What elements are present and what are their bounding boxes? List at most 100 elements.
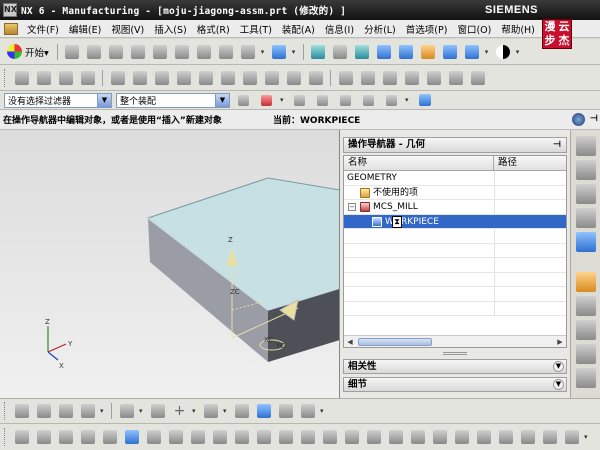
collapse-icon[interactable]: −	[348, 203, 356, 211]
menu-help[interactable]: 帮助(H)	[496, 22, 540, 36]
copy-button[interactable]	[173, 42, 192, 61]
menu-folder-icon[interactable]	[4, 22, 18, 35]
check-button[interactable]	[468, 68, 487, 87]
reuse-library-icon[interactable]	[576, 184, 596, 204]
op-button-3[interactable]	[56, 428, 75, 447]
chevron-down-icon[interactable]: ▼	[553, 379, 564, 390]
rename-button[interactable]	[218, 68, 237, 87]
menu-assembly[interactable]: 装配(A)	[277, 22, 320, 36]
paste-op-button[interactable]	[152, 68, 171, 87]
plus-button[interactable]: +	[170, 402, 189, 421]
datum-button[interactable]	[232, 402, 251, 421]
fit-button[interactable]	[309, 42, 328, 61]
menu-info[interactable]: 信息(I)	[320, 22, 359, 36]
command-finder-button[interactable]	[270, 42, 289, 61]
op-button-8[interactable]	[166, 428, 185, 447]
scope-dropdown[interactable]: 整个装配 ▼	[116, 92, 230, 108]
roles-icon[interactable]	[576, 368, 596, 388]
filter-settings-button[interactable]	[234, 91, 253, 110]
op-button-26[interactable]	[562, 428, 581, 447]
create-operation-button[interactable]	[12, 402, 31, 421]
zoom-in-button[interactable]	[375, 42, 394, 61]
scroll-left-icon[interactable]: ◀	[345, 337, 355, 347]
op-button-2[interactable]	[34, 428, 53, 447]
work-part-button[interactable]	[415, 91, 434, 110]
op-button-11[interactable]	[232, 428, 251, 447]
op-button-22[interactable]	[474, 428, 493, 447]
menu-insert[interactable]: 插入(S)	[149, 22, 191, 36]
select-intent-button[interactable]	[313, 91, 332, 110]
system-materials-icon[interactable]	[576, 320, 596, 340]
menu-format[interactable]: 格式(R)	[192, 22, 235, 36]
rotate-button[interactable]	[397, 42, 416, 61]
op-button-17[interactable]	[364, 428, 383, 447]
column-header-name[interactable]: 名称	[344, 156, 494, 170]
output-cls-button[interactable]	[380, 68, 399, 87]
assembly-navigator-icon[interactable]	[576, 136, 596, 156]
viewport-canvas[interactable]: Z ZC XC YC Z X Y	[0, 130, 340, 398]
op-button-9[interactable]	[188, 428, 207, 447]
menu-edit[interactable]: 编辑(E)	[64, 22, 106, 36]
undo-button[interactable]	[239, 42, 258, 61]
op-button-24[interactable]	[518, 428, 537, 447]
history-icon[interactable]	[576, 296, 596, 316]
create-geometry-button[interactable]	[56, 68, 75, 87]
paste-inside-button[interactable]	[174, 68, 193, 87]
curve-rule-button[interactable]	[290, 91, 309, 110]
create-tool-button[interactable]	[34, 68, 53, 87]
op-button-1[interactable]	[12, 428, 31, 447]
process-studio-icon[interactable]	[576, 344, 596, 364]
menu-analysis[interactable]: 分析(L)	[359, 22, 401, 36]
select-all-button[interactable]	[336, 91, 355, 110]
pane-splitter[interactable]	[343, 350, 567, 356]
op-button-12[interactable]	[254, 428, 273, 447]
pin-icon[interactable]: ⊣	[551, 139, 563, 151]
details-section[interactable]: 细节 ▼	[343, 377, 567, 392]
column-header-path[interactable]: 路径	[494, 156, 566, 170]
perspective-button[interactable]	[441, 42, 460, 61]
op-button-10[interactable]	[210, 428, 229, 447]
generate-button[interactable]	[240, 68, 259, 87]
op-button-6[interactable]	[122, 428, 141, 447]
postprocess-button[interactable]	[336, 68, 355, 87]
scroll-right-icon[interactable]: ▶	[555, 337, 565, 347]
resource-bar-toggle-icon[interactable]	[572, 113, 585, 126]
type-filter-dropdown[interactable]: 没有选择过滤器 ▼	[4, 92, 112, 108]
op-button-15[interactable]	[320, 428, 339, 447]
blank-button[interactable]	[276, 402, 295, 421]
op-button-18[interactable]	[386, 428, 405, 447]
snap-view-button[interactable]	[331, 42, 350, 61]
cut-op-button[interactable]	[108, 68, 127, 87]
delete-op-button[interactable]	[196, 68, 215, 87]
tree-row-mcs-mill[interactable]: − MCS_MILL	[344, 200, 566, 215]
cut-button[interactable]	[151, 42, 170, 61]
dependencies-section[interactable]: 相关性 ▼	[343, 359, 567, 374]
chevron-down-icon[interactable]: ▼	[553, 361, 564, 372]
select-chain-button[interactable]	[359, 91, 378, 110]
verify-button[interactable]	[306, 68, 325, 87]
point-button[interactable]	[148, 402, 167, 421]
create-tool-group-button[interactable]	[56, 402, 75, 421]
menu-view[interactable]: 视图(V)	[106, 22, 149, 36]
op-button-4[interactable]	[78, 428, 97, 447]
op-button-25[interactable]	[540, 428, 559, 447]
graphics-window[interactable]: Z ZC XC YC Z X Y	[0, 130, 340, 398]
menu-tools[interactable]: 工具(T)	[235, 22, 277, 36]
replay-button[interactable]	[262, 68, 281, 87]
snap-point-button[interactable]	[257, 91, 276, 110]
op-button-16[interactable]	[342, 428, 361, 447]
tree-row-geometry[interactable]: GEOMETRY	[344, 171, 566, 186]
create-program-button[interactable]	[12, 68, 31, 87]
list-button[interactable]	[284, 68, 303, 87]
menu-preferences[interactable]: 首选项(P)	[401, 22, 453, 36]
op-button-20[interactable]	[430, 428, 449, 447]
create-geometry-group-button[interactable]	[78, 402, 97, 421]
machine-button[interactable]	[446, 68, 465, 87]
create-program-group-button[interactable]	[34, 402, 53, 421]
op-button-23[interactable]	[496, 428, 515, 447]
part-navigator-icon[interactable]	[576, 160, 596, 180]
pin-icon[interactable]: ⊣	[590, 114, 598, 124]
ipw-button[interactable]	[402, 68, 421, 87]
web-browser-icon[interactable]	[576, 208, 596, 228]
save-button[interactable]	[107, 42, 126, 61]
